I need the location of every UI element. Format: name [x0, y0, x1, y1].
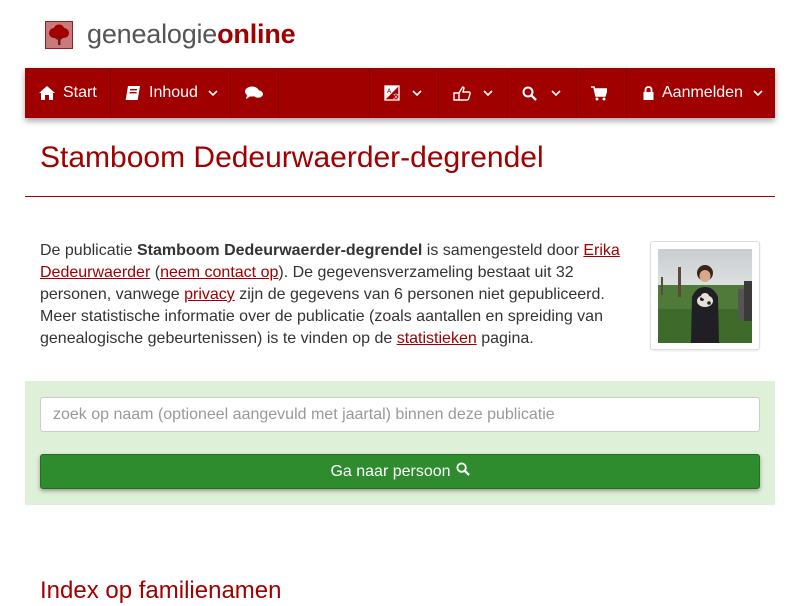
site-logo[interactable]: genealogieonline [87, 18, 296, 50]
title-divider [25, 196, 775, 197]
chevron-down-icon [483, 89, 493, 97]
book-icon [125, 86, 141, 100]
publication-intro: De publicatie Stamboom Dedeurwaerder-deg… [40, 240, 630, 350]
surname-index-heading: Index op familienamen [40, 577, 282, 604]
site-header: genealogieonline [0, 0, 800, 68]
share-icon [453, 85, 471, 101]
svg-text:文: 文 [393, 93, 399, 101]
intro-text: ( [150, 264, 161, 281]
nav-start-label: Start [63, 84, 97, 101]
nav-inhoud-label: Inhoud [149, 84, 198, 101]
nav-language[interactable]: A文 [369, 68, 439, 118]
logo-text-online: online [217, 19, 296, 49]
comments-icon [245, 86, 263, 100]
nav-start[interactable]: Start [25, 68, 111, 118]
language-icon: A文 [384, 85, 400, 101]
nav-inhoud[interactable]: Inhoud [111, 68, 231, 118]
nav-search[interactable] [508, 68, 577, 118]
cart-icon [591, 85, 607, 101]
home-icon [39, 86, 55, 100]
chevron-down-icon [412, 89, 422, 97]
nav-login[interactable]: Aanmelden [627, 68, 775, 118]
lock-icon [643, 86, 654, 100]
nav-login-label: Aanmelden [662, 84, 743, 101]
author-photo-frame[interactable] [650, 241, 760, 350]
author-photo [658, 249, 752, 343]
statistics-link[interactable]: statistieken [397, 330, 477, 347]
main-navbar: Start Inhoud A文 Aanmelden [25, 68, 775, 118]
person-search-panel: Ga naar persoon [25, 381, 775, 505]
nav-share[interactable] [439, 68, 508, 118]
nav-cart[interactable] [577, 68, 627, 118]
logo-text-genealogie: genealogie [87, 19, 218, 49]
chevron-down-icon [551, 89, 561, 97]
nav-forum[interactable] [231, 68, 279, 118]
go-to-person-button[interactable]: Ga naar persoon [40, 454, 760, 489]
person-search-input[interactable] [40, 397, 760, 432]
tree-icon[interactable] [45, 21, 73, 49]
contact-link[interactable]: neem contact op [160, 264, 278, 281]
publication-name: Stamboom Dedeurwaerder-degrendel [136, 242, 423, 259]
intro-text: pagina. [476, 330, 534, 347]
privacy-link[interactable]: privacy [184, 286, 235, 303]
chevron-down-icon [208, 89, 218, 97]
go-to-person-label: Ga naar persoon [330, 462, 451, 480]
chevron-down-icon [753, 89, 763, 97]
search-icon [455, 462, 470, 481]
page-title: Stamboom Dedeurwaerder-degrendel [40, 141, 544, 174]
intro-text: is samengesteld door [422, 242, 584, 259]
search-icon [522, 86, 537, 101]
intro-text: De publicatie [40, 242, 137, 259]
